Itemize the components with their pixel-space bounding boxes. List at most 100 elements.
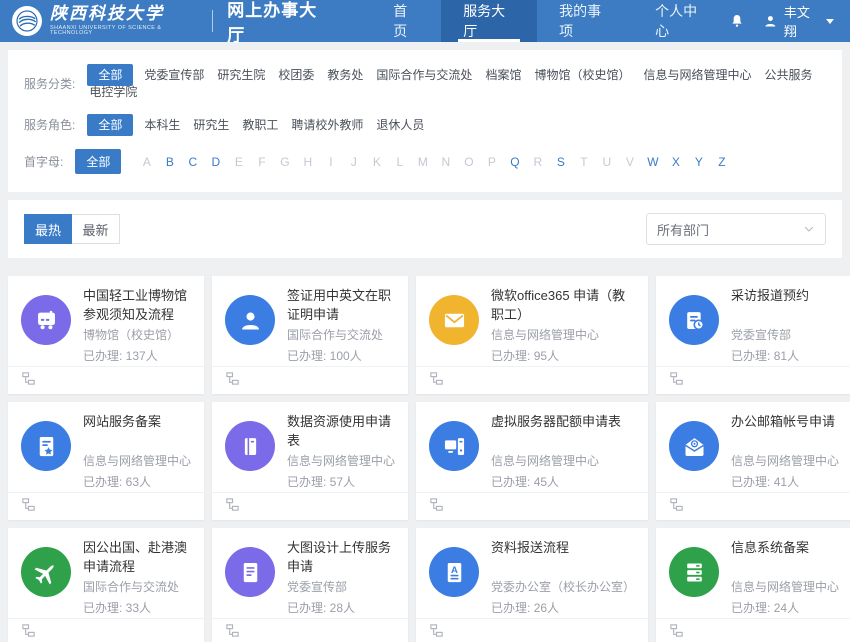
nav-item-4[interactable]: 个人中心	[633, 0, 729, 42]
initial-letter-H[interactable]: H	[296, 155, 319, 169]
category-option[interactable]: 博物馆（校史馆）	[532, 64, 632, 86]
card-title: 大图设计上传服务申请	[287, 538, 395, 577]
card-handled-count: 已办理: 24人	[731, 599, 839, 616]
card-footer	[8, 366, 204, 394]
initial-letter-F[interactable]: F	[250, 155, 273, 169]
flow-icon[interactable]	[429, 497, 444, 512]
initial-letter-W[interactable]: W	[641, 155, 664, 169]
sort-button-new[interactable]: 最新	[72, 214, 120, 244]
user-menu[interactable]: 丰文翔	[763, 2, 834, 40]
initial-letter-Q[interactable]: Q	[503, 155, 526, 169]
category-option[interactable]: 电控学院	[87, 81, 139, 103]
flow-icon[interactable]	[669, 371, 684, 386]
card-title: 因公出国、赴港澳申请流程	[83, 538, 191, 577]
initial-letter-K[interactable]: K	[365, 155, 388, 169]
initial-letter-Y[interactable]: Y	[687, 155, 710, 169]
flow-icon[interactable]	[225, 497, 240, 512]
category-option[interactable]: 党委宣传部	[142, 64, 206, 86]
category-option[interactable]: 档案馆	[483, 64, 523, 86]
service-card[interactable]: 虚拟服务器配额申请表信息与网络管理中心已办理: 45人	[416, 402, 648, 520]
card-department: 信息与网络管理中心	[731, 578, 839, 595]
role-option[interactable]: 研究生	[191, 114, 231, 136]
initial-letter-E[interactable]: E	[227, 155, 250, 169]
service-card[interactable]: 签证用中英文在职证明申请国际合作与交流处已办理: 100人	[212, 276, 408, 394]
service-card[interactable]: 大图设计上传服务申请党委宣传部已办理: 28人	[212, 528, 408, 642]
service-card[interactable]: 信息系统备案信息与网络管理中心已办理: 24人	[656, 528, 850, 642]
service-card-grid: 中国轻工业博物馆参观须知及流程博物馆（校史馆）已办理: 137人签证用中英文在职…	[8, 276, 842, 642]
category-option[interactable]: 研究生院	[215, 64, 267, 86]
category-option[interactable]: 公共服务	[762, 64, 814, 86]
service-card[interactable]: 数据资源使用申请表信息与网络管理中心已办理: 57人	[212, 402, 408, 520]
card-handled-count: 已办理: 45人	[491, 473, 635, 490]
initial-letter-B[interactable]: B	[158, 155, 181, 169]
initial-letter-C[interactable]: C	[181, 155, 204, 169]
service-card[interactable]: 因公出国、赴港澳申请流程国际合作与交流处已办理: 33人	[8, 528, 204, 642]
flow-icon[interactable]	[21, 497, 36, 512]
flow-icon[interactable]	[669, 623, 684, 638]
category-option[interactable]: 教务处	[325, 64, 365, 86]
card-title: 虚拟服务器配额申请表	[491, 412, 635, 451]
service-card[interactable]: 中国轻工业博物馆参观须知及流程博物馆（校史馆）已办理: 137人	[8, 276, 204, 394]
card-handled-count: 已办理: 26人	[491, 599, 635, 616]
card-title: 数据资源使用申请表	[287, 412, 395, 451]
service-card[interactable]: 网站服务备案信息与网络管理中心已办理: 63人	[8, 402, 204, 520]
role-option[interactable]: 聘请校外教师	[289, 114, 365, 136]
flow-icon[interactable]	[669, 497, 684, 512]
flow-icon[interactable]	[429, 623, 444, 638]
university-logo-icon	[12, 6, 42, 36]
document-a-icon: A	[429, 547, 479, 597]
category-option[interactable]: 国际合作与交流处	[374, 64, 474, 86]
initial-letter-A[interactable]: A	[135, 155, 158, 169]
service-card[interactable]: A资料报送流程党委办公室（校长办公室）已办理: 26人	[416, 528, 648, 642]
flow-icon[interactable]	[225, 623, 240, 638]
role-option[interactable]: 退休人员	[374, 114, 426, 136]
initial-letter-L[interactable]: L	[388, 155, 411, 169]
flow-icon[interactable]	[21, 371, 36, 386]
card-handled-count: 已办理: 137人	[83, 347, 191, 364]
initial-letter-N[interactable]: N	[434, 155, 457, 169]
nav-item-1[interactable]: 首页	[371, 0, 441, 42]
category-option[interactable]: 校团委	[276, 64, 316, 86]
department-dropdown-value: 所有部门	[657, 220, 709, 239]
card-body: 办公邮箱帐号申请信息与网络管理中心已办理: 41人	[656, 402, 850, 492]
category-option[interactable]: 信息与网络管理中心	[641, 64, 753, 86]
initial-letter-J[interactable]: J	[342, 155, 365, 169]
svg-text:A: A	[451, 564, 458, 575]
computer-icon	[429, 421, 479, 471]
role-option[interactable]: 本科生	[142, 114, 182, 136]
service-card[interactable]: 采访报道预约党委宣传部已办理: 81人	[656, 276, 850, 394]
initial-letter-I[interactable]: I	[319, 155, 342, 169]
service-card[interactable]: 办公邮箱帐号申请信息与网络管理中心已办理: 41人	[656, 402, 850, 520]
initial-letter-O[interactable]: O	[457, 155, 480, 169]
initial-letter-V[interactable]: V	[618, 155, 641, 169]
flow-icon[interactable]	[429, 371, 444, 386]
initial-letter-S[interactable]: S	[549, 155, 572, 169]
initial-option-all[interactable]: 全部	[75, 149, 121, 174]
document-star-icon	[21, 421, 71, 471]
nav-item-3[interactable]: 我的事项	[537, 0, 633, 42]
card-body: 信息系统备案信息与网络管理中心已办理: 24人	[656, 528, 850, 618]
initial-letter-X[interactable]: X	[664, 155, 687, 169]
university-brand: 陕西科技大学 SHAANXI UNIVERSITY OF SCIENCE & T…	[12, 0, 198, 42]
initial-label: 首字母:	[24, 153, 63, 170]
initial-letter-M[interactable]: M	[411, 155, 434, 169]
role-option[interactable]: 教职工	[240, 114, 280, 136]
flow-icon[interactable]	[225, 371, 240, 386]
initial-letter-R[interactable]: R	[526, 155, 549, 169]
bell-icon[interactable]	[729, 13, 745, 29]
initial-letter-P[interactable]: P	[480, 155, 503, 169]
card-body: 签证用中英文在职证明申请国际合作与交流处已办理: 100人	[212, 276, 408, 366]
sort-button-hot[interactable]: 最热	[24, 214, 72, 244]
service-card[interactable]: 微软office365 申请（教职工）信息与网络管理中心已办理: 95人	[416, 276, 648, 394]
role-option[interactable]: 全部	[87, 114, 133, 136]
nav-item-2[interactable]: 服务大厅	[441, 0, 537, 42]
card-footer	[212, 366, 408, 394]
initial-letter-D[interactable]: D	[204, 155, 227, 169]
flow-icon[interactable]	[21, 623, 36, 638]
initial-letter-U[interactable]: U	[595, 155, 618, 169]
department-dropdown[interactable]: 所有部门	[646, 213, 826, 245]
initial-letter-G[interactable]: G	[273, 155, 296, 169]
initial-letter-Z[interactable]: Z	[710, 155, 733, 169]
card-department: 党委宣传部	[731, 326, 839, 343]
initial-letter-T[interactable]: T	[572, 155, 595, 169]
